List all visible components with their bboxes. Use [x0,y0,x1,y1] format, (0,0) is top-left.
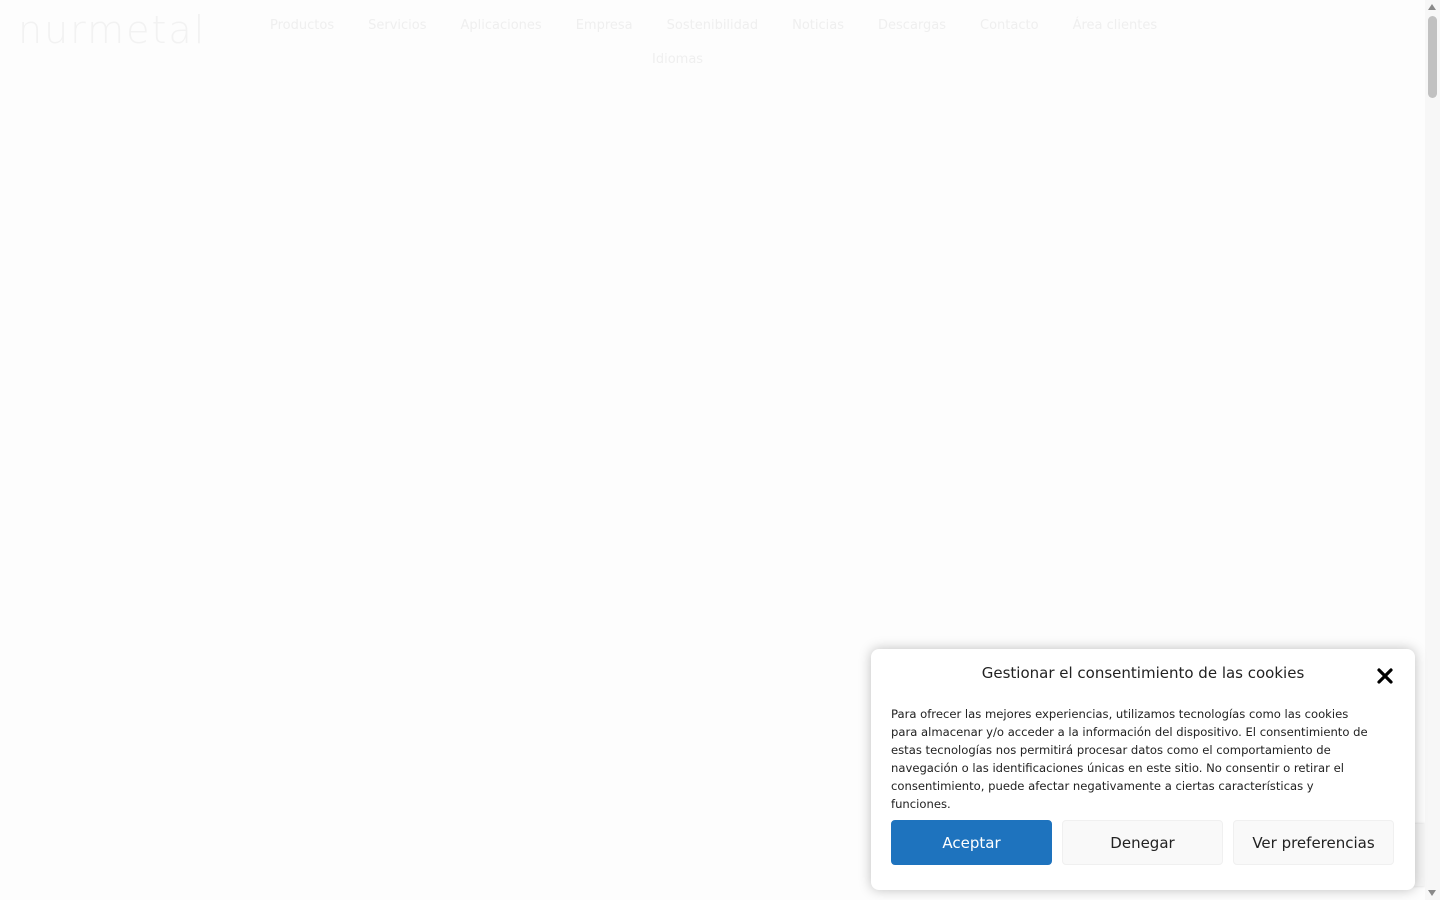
nav-item[interactable]: Noticias [792,18,844,33]
nav-item[interactable]: Contacto [980,18,1039,33]
scroll-down-arrow-icon[interactable] [1428,890,1436,896]
nav-item[interactable]: Productos [270,18,334,33]
nav-item[interactable]: Descargas [878,18,946,33]
main-nav: Productos Servicios Aplicaciones Empresa… [270,18,1157,33]
view-preferences-button[interactable]: Ver preferencias [1233,820,1394,865]
nav-item[interactable]: Área clientes [1073,18,1158,33]
cookie-consent-dialog: Gestionar el consentimiento de las cooki… [871,649,1415,890]
nav-item[interactable]: Aplicaciones [460,18,541,33]
site-logo[interactable]: nurmetal [18,8,206,52]
close-icon[interactable] [1374,665,1396,687]
cookie-dialog-message: Para ofrecer las mejores experiencias, u… [891,707,1368,811]
site-header: nurmetal Productos Servicios Aplicacione… [0,0,1425,90]
accept-button[interactable]: Aceptar [891,820,1052,865]
nav-item[interactable]: Empresa [576,18,633,33]
scrollbar[interactable] [1425,0,1440,900]
cookie-dialog-buttons: Aceptar Denegar Ver preferencias [891,820,1394,865]
scroll-up-arrow-icon[interactable] [1428,4,1436,10]
cookie-dialog-title: Gestionar el consentimiento de las cooki… [981,664,1305,682]
deny-button[interactable]: Denegar [1062,820,1223,865]
nav-item-languages[interactable]: Idiomas [652,52,703,67]
nav-item[interactable]: Servicios [368,18,426,33]
scroll-thumb[interactable] [1428,16,1437,98]
nav-item[interactable]: Sostenibilidad [667,18,758,33]
page: nurmetal Productos Servicios Aplicacione… [0,0,1440,900]
